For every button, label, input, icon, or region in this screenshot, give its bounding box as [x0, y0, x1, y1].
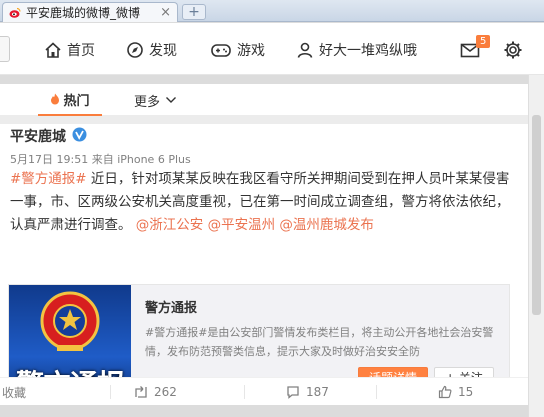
verified-badge-icon — [72, 127, 87, 146]
tab-more[interactable]: 更多 — [134, 84, 177, 116]
compass-icon — [127, 42, 143, 58]
repost-count: 262 — [154, 385, 177, 399]
repost-icon — [135, 386, 147, 398]
card-description: #警方通报#是由公安部门警情发布类栏目，将主动公开各地社会治安警情，发布防范预警… — [145, 326, 494, 358]
author-name[interactable]: 平安鹿城 — [10, 126, 66, 146]
post-meta: 5月17日 19:51 来自 iPhone 6 Plus — [10, 151, 191, 167]
nav-username: 好大一堆鸡纵哦 — [319, 43, 417, 59]
thumbs-up-icon — [438, 385, 452, 399]
main-content: 热门 更多 平安鹿城 5月17日 19:51 来自 iPhone 6 Plus … — [0, 84, 528, 417]
tab-title: 平安鹿城的微博_微博 — [26, 6, 141, 20]
comment-count: 187 — [306, 385, 329, 399]
favorite-label: 收藏 — [2, 385, 27, 400]
weibo-post: 平安鹿城 5月17日 19:51 来自 iPhone 6 Plus #警方通报#… — [0, 124, 528, 405]
nav-games-label: 游戏 — [237, 43, 265, 59]
user-icon — [297, 42, 313, 58]
section-divider — [0, 116, 528, 124]
nav-user[interactable]: 好大一堆鸡纵哦 — [296, 39, 417, 61]
nav-discover-label: 发现 — [149, 43, 177, 59]
topic-link[interactable]: #警方通报# — [10, 171, 87, 187]
repost-button[interactable]: 262 — [134, 378, 177, 406]
like-button[interactable]: 15 — [438, 378, 473, 406]
card-title[interactable]: 警方通报 — [145, 297, 197, 316]
mention-link[interactable]: @平安温州 — [208, 217, 276, 233]
action-divider — [376, 385, 377, 399]
nav-home-label: 首页 — [67, 43, 95, 59]
mention-link[interactable]: @浙江公安 — [136, 217, 204, 233]
gear-icon — [504, 41, 522, 59]
browser-tab-bar: 平安鹿城的微博_微博 × + — [0, 0, 544, 22]
gamepad-icon — [211, 44, 231, 57]
mention-link[interactable]: @温州鹿城发布 — [279, 217, 374, 233]
post-time[interactable]: 5月17日 19:51 — [10, 153, 88, 166]
weibo-favicon-icon — [9, 7, 21, 19]
action-divider — [244, 385, 245, 399]
home-icon — [45, 42, 61, 58]
tab-more-label: 更多 — [134, 94, 161, 110]
feed-tabs: 热门 更多 — [0, 84, 528, 116]
scrollbar-thumb[interactable] — [532, 115, 541, 315]
favorite-button[interactable]: 收藏 — [2, 378, 26, 406]
flame-icon — [51, 93, 60, 105]
browser-tab[interactable]: 平安鹿城的微博_微博 × — [2, 2, 178, 22]
police-emblem-icon — [40, 291, 100, 351]
tab-hot[interactable]: 热门 — [38, 84, 102, 116]
comment-button[interactable]: 187 — [286, 378, 329, 406]
nav-home[interactable]: 首页 — [44, 39, 95, 61]
message-count-badge: 5 — [476, 35, 491, 48]
tab-hot-label: 热门 — [63, 93, 90, 109]
post-source: 来自 iPhone 6 Plus — [91, 153, 191, 166]
post-author: 平安鹿城 — [10, 126, 87, 146]
post-actions: 收藏 262 187 15 — [0, 377, 528, 405]
nav-discover[interactable]: 发现 — [126, 39, 177, 61]
post-text: #警方通报# 近日，针对项某某反映在我区看守所关押期间受到在押人员叶某某侵害一事… — [10, 168, 520, 237]
chevron-down-icon — [166, 97, 177, 103]
nav-games[interactable]: 游戏 — [210, 39, 265, 61]
close-tab-icon[interactable]: × — [160, 5, 171, 20]
like-count: 15 — [458, 385, 474, 399]
search-input[interactable] — [0, 36, 10, 62]
page-scrollbar[interactable] — [528, 75, 544, 417]
action-divider — [110, 385, 111, 399]
settings-button[interactable] — [503, 39, 528, 61]
comment-icon — [287, 386, 299, 399]
new-tab-button[interactable]: + — [182, 4, 206, 20]
top-navigation: 首页 发现 游戏 好大一堆鸡纵哦 5 — [0, 23, 544, 75]
